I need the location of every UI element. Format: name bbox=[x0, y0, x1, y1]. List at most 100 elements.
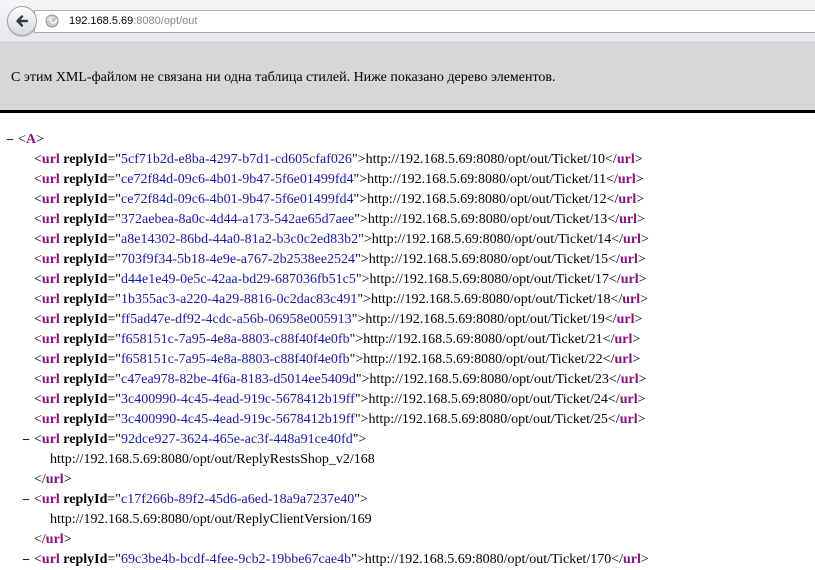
attribute-name: replyId bbox=[63, 492, 108, 507]
attribute-close: "> bbox=[355, 372, 370, 387]
tag-open-bracket: < bbox=[34, 372, 42, 387]
xml-url-element: <url replyId="ce72f84d-09c6-4b01-9b47-5f… bbox=[0, 170, 815, 190]
attribute-value: f658151c-7a95-4e8a-8803-c88f40f4e0fb bbox=[121, 352, 350, 367]
tag-name: url bbox=[619, 212, 637, 227]
attribute-value: 1b355ac3-a220-4a29-8816-0c2dac83c491 bbox=[121, 292, 358, 307]
tag-close-bracket: </ bbox=[34, 472, 46, 487]
tag-close-bracket: </ bbox=[602, 332, 615, 347]
attribute-equals: =" bbox=[107, 152, 122, 167]
tag-name: url bbox=[614, 332, 633, 347]
xml-info-banner: С этим XML-файлом не связана ни одна таб… bbox=[0, 43, 815, 113]
xml-url-element-close: </url> bbox=[0, 530, 815, 550]
attribute-close: "> bbox=[352, 432, 367, 447]
browser-toolbar: 192.168.5.69:8080/opt/out bbox=[0, 0, 815, 43]
tag-open-bracket: < bbox=[34, 432, 42, 447]
attribute-name: replyId bbox=[63, 232, 108, 247]
url-text-content: http://192.168.5.69:8080/opt/out/Ticket/… bbox=[369, 272, 609, 287]
tag-name: url bbox=[41, 492, 60, 507]
tag-close-bracket: </ bbox=[604, 312, 617, 327]
root-tag-name: A bbox=[25, 132, 37, 147]
xml-url-element-open: − <url replyId="c17f266b-89f2-45d6-a6ed-1… bbox=[0, 490, 815, 510]
attribute-value: 372aebea-8a0c-4d44-a173-542ae65d7aee bbox=[121, 212, 355, 227]
address-bar[interactable]: 192.168.5.69:8080/opt/out bbox=[34, 10, 815, 33]
attribute-value: c47ea978-82be-4f6a-8183-d5014ee5409d bbox=[121, 372, 356, 387]
attribute-equals: =" bbox=[107, 212, 122, 227]
attribute-close: "> bbox=[355, 252, 369, 267]
url-text-content: http://192.168.5.69:8080/opt/out/Ticket/… bbox=[371, 232, 612, 247]
xml-url-element: <url replyId="ff5ad47e-df92-4cdc-a56b-06… bbox=[0, 310, 815, 330]
url-path: :8080/opt/out bbox=[133, 15, 198, 27]
attribute-equals: =" bbox=[107, 492, 122, 507]
tag-close-bracket: </ bbox=[610, 292, 623, 307]
tag-end: > bbox=[638, 272, 647, 287]
tag-name: url bbox=[41, 292, 60, 307]
tag-name: url bbox=[41, 412, 60, 427]
url-text-content: http://192.168.5.69:8080/opt/out/Ticket/… bbox=[371, 292, 611, 307]
tag-name: url bbox=[41, 172, 60, 187]
attribute-equals: =" bbox=[107, 192, 122, 207]
tag-name: url bbox=[41, 192, 60, 207]
xml-url-element: <url replyId="1b355ac3-a220-4a29-8816-0c… bbox=[0, 290, 815, 310]
tag-name: url bbox=[45, 532, 64, 547]
xml-url-element: <url replyId="f658151c-7a95-4e8a-8803-c8… bbox=[0, 330, 815, 350]
tag-name: url bbox=[41, 432, 60, 447]
tag-end: > bbox=[637, 392, 646, 407]
url-text-content: http://192.168.5.69:8080/opt/out/Ticket/… bbox=[365, 152, 606, 167]
attribute-close: "> bbox=[353, 172, 368, 187]
collapse-toggle[interactable]: − bbox=[21, 490, 31, 510]
tag-open-bracket: < bbox=[34, 232, 42, 247]
attribute-name: replyId bbox=[63, 292, 108, 307]
tag-close-bracket: </ bbox=[608, 252, 620, 267]
attribute-value: d44e1e49-0e5c-42aa-bd29-687036fb51c5 bbox=[121, 272, 356, 287]
tag-name: url bbox=[41, 232, 60, 247]
tag-name: url bbox=[619, 392, 638, 407]
attribute-name: replyId bbox=[63, 212, 108, 227]
attribute-equals: =" bbox=[107, 392, 122, 407]
attribute-close: "> bbox=[349, 332, 364, 347]
attribute-equals: =" bbox=[107, 252, 122, 267]
collapse-toggle[interactable]: − bbox=[21, 430, 31, 450]
xml-url-element: − <url replyId="69c3be4b-bcdf-4fee-9cb2-1… bbox=[0, 550, 815, 570]
xml-url-element: <url replyId="f658151c-7a95-4e8a-8803-c8… bbox=[0, 350, 815, 370]
attribute-value: ce72f84d-09c6-4b01-9b47-5f6e01499fd4 bbox=[121, 172, 354, 187]
tag-open-bracket: < bbox=[34, 412, 42, 427]
tag-name: url bbox=[620, 272, 639, 287]
tag-name: url bbox=[41, 392, 60, 407]
tag-name: url bbox=[623, 232, 641, 247]
tag-open-bracket: < bbox=[34, 172, 42, 187]
tag-name: url bbox=[41, 212, 60, 227]
tag-name: url bbox=[41, 352, 60, 367]
xml-url-element: <url replyId="5cf71b2d-e8ba-4297-b7d1-cd… bbox=[0, 150, 815, 170]
collapse-toggle[interactable]: − bbox=[21, 550, 31, 570]
tag-end: > bbox=[36, 132, 44, 147]
collapse-toggle[interactable]: − bbox=[5, 130, 15, 150]
attribute-close: "> bbox=[353, 192, 368, 207]
tag-open-bracket: < bbox=[18, 132, 26, 147]
tag-name: url bbox=[616, 152, 635, 167]
tag-open-bracket: < bbox=[34, 272, 42, 287]
attribute-name: replyId bbox=[63, 192, 108, 207]
attribute-close: "> bbox=[358, 232, 372, 247]
tag-open-bracket: < bbox=[34, 352, 42, 367]
url-text[interactable]: 192.168.5.69:8080/opt/out bbox=[69, 14, 197, 28]
attribute-value: 5cf71b2d-e8ba-4297-b7d1-cd605cfaf026 bbox=[121, 152, 352, 167]
attribute-close: "> bbox=[349, 352, 364, 367]
back-button[interactable] bbox=[7, 6, 37, 36]
tag-close-bracket: </ bbox=[608, 372, 621, 387]
xml-url-element: <url replyId="372aebea-8a0c-4d44-a173-54… bbox=[0, 210, 815, 230]
tag-open-bracket: < bbox=[34, 212, 42, 227]
attribute-name: replyId bbox=[63, 372, 108, 387]
url-text-content: http://192.168.5.69:8080/opt/out/Ticket/… bbox=[363, 332, 603, 347]
tag-name: url bbox=[41, 272, 60, 287]
xml-tree: − <A> <url replyId="5cf71b2d-e8ba-4297-b7d… bbox=[0, 130, 815, 570]
attribute-close: "> bbox=[354, 492, 368, 507]
tag-end: > bbox=[635, 172, 644, 187]
tag-close-bracket: </ bbox=[608, 272, 621, 287]
tag-close-bracket: </ bbox=[34, 532, 46, 547]
tag-open-bracket: < bbox=[34, 192, 42, 207]
attribute-equals: =" bbox=[107, 312, 122, 327]
url-text-content: http://192.168.5.69:8080/opt/out/Ticket/… bbox=[367, 212, 608, 227]
tag-open-bracket: < bbox=[34, 292, 42, 307]
attribute-equals: =" bbox=[107, 272, 122, 287]
url-text-content: http://192.168.5.69:8080/opt/out/Ticket/… bbox=[368, 252, 609, 267]
